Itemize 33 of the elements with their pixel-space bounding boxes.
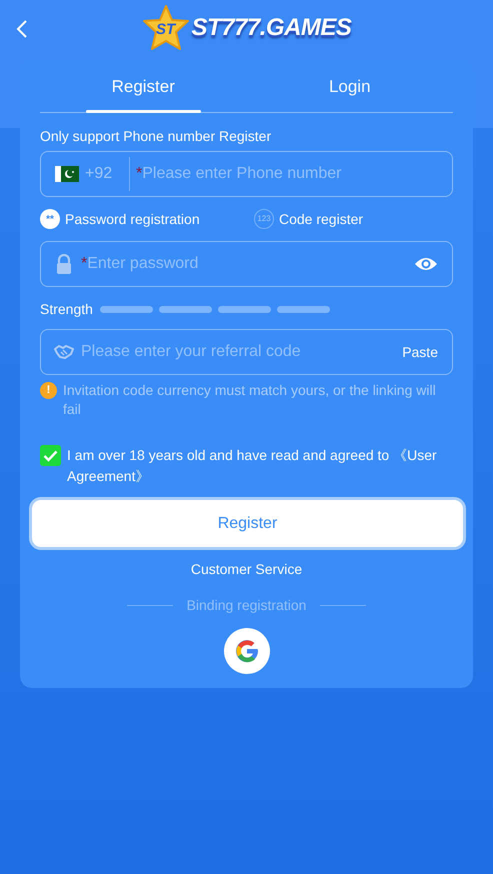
handshake-icon <box>54 344 74 360</box>
lock-icon <box>55 254 73 274</box>
password-field[interactable]: *Enter password <box>40 241 453 287</box>
logo-text: ST777.GAMES <box>192 13 352 43</box>
country-code[interactable]: +92 <box>85 162 129 186</box>
phone-field[interactable]: +92 *Please enter Phone number <box>40 151 453 197</box>
referral-input[interactable]: Please enter your referral code <box>81 340 402 364</box>
tab[interactable]: Register <box>40 62 246 112</box>
binding-label: Binding registration <box>186 596 306 615</box>
required-mark: * <box>81 254 88 274</box>
method-option[interactable]: ** Password registration <box>40 208 254 230</box>
checkmark-icon <box>43 450 58 462</box>
strength-label: Strength <box>40 300 93 319</box>
tab[interactable]: Login <box>246 62 453 112</box>
pakistan-flag-icon <box>55 166 79 182</box>
agreement-checkbox[interactable] <box>40 445 61 466</box>
agreement-text: I am over 18 years old and have read and agreed to 《User Agreement》 <box>67 446 438 486</box>
radio-icon: 123 <box>254 209 274 229</box>
radio-icon: ** <box>40 209 60 229</box>
register-button[interactable]: Register <box>29 497 466 550</box>
google-button[interactable] <box>224 628 270 674</box>
notice-text: Only support Phone number Register <box>40 127 272 145</box>
phone-input[interactable]: Please enter Phone number <box>142 162 438 186</box>
warning-text: Invitation code currency must match yours, or the linking will fail <box>63 381 437 419</box>
referral-field[interactable]: Please enter your referral code Paste <box>40 329 453 375</box>
password-input[interactable]: Enter password <box>87 252 414 276</box>
method-option[interactable]: 123 Code register <box>254 208 364 230</box>
warning-icon: ! <box>40 382 57 399</box>
customer-service-link[interactable]: Customer Service <box>190 559 302 580</box>
star-logo-icon: ST <box>142 4 190 52</box>
eye-icon[interactable] <box>414 256 438 272</box>
paste-button[interactable]: Paste <box>402 342 438 362</box>
required-mark: * <box>136 164 142 184</box>
